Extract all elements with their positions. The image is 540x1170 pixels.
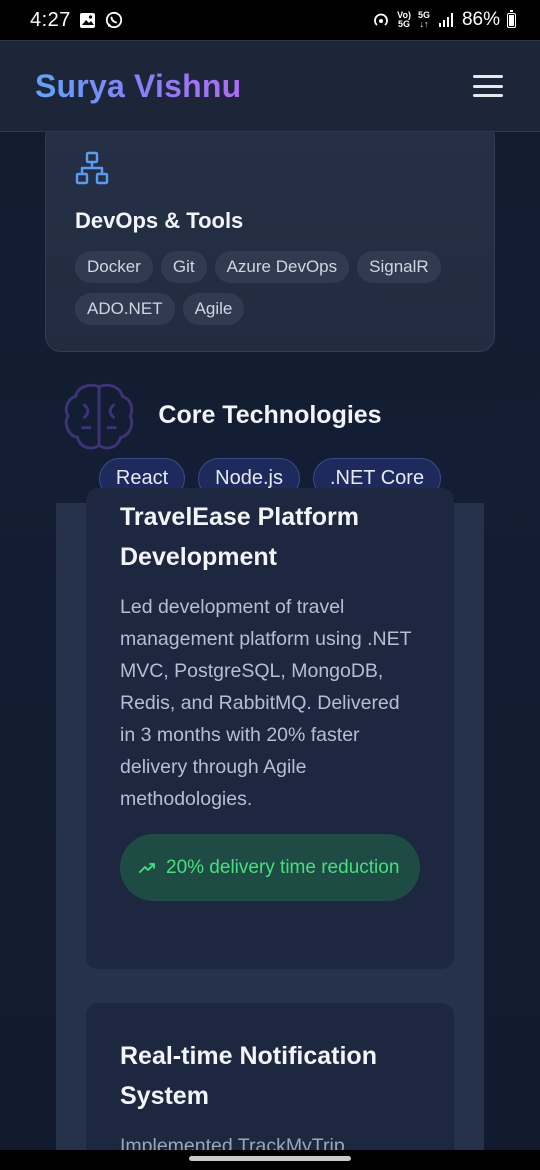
skill-tag: ADO.NET — [75, 293, 175, 325]
hotspot-icon — [372, 11, 390, 29]
project-card: Real-time Notification System Implemente… — [86, 1003, 454, 1170]
menu-icon-bar — [473, 84, 503, 88]
site-header: Surya Vishnu — [0, 40, 540, 132]
battery-percent: 86% — [461, 9, 500, 30]
skills-card-title: DevOps & Tools — [75, 208, 244, 233]
project-description: Led development of travel management pla… — [120, 596, 412, 810]
project-title: Real-time Notification System — [120, 1042, 377, 1110]
home-indicator[interactable] — [189, 1156, 351, 1161]
skill-tag: Git — [160, 251, 207, 283]
skills-card: DevOps & Tools Docker Git Azure DevOps S… — [45, 122, 495, 352]
signal-icon — [437, 11, 455, 29]
skill-tag: SignalR — [357, 251, 441, 283]
trending-up-icon — [139, 862, 155, 873]
skill-tag: Docker — [75, 251, 153, 283]
skills-tag-list: Docker Git Azure DevOps SignalR ADO.NET … — [75, 251, 475, 325]
battery-icon — [507, 9, 516, 28]
core-technologies-section: Core Technologies React Node.js .NET Cor… — [0, 365, 540, 503]
page: 4:27 Vo) 5G 5G ↓↑ 86% DevOps & Tools Doc… — [0, 0, 540, 1170]
brand-logo-text[interactable]: Surya Vishnu — [35, 68, 241, 105]
menu-icon-bar — [473, 75, 503, 78]
hamburger-menu-button[interactable] — [473, 75, 503, 97]
skill-tag: Azure DevOps — [214, 251, 350, 283]
project-title: TravelEase Platform Development — [120, 503, 360, 571]
whatsapp-icon — [105, 11, 123, 29]
system-navigation-bar — [0, 1150, 540, 1170]
achievement-badge: 20% delivery time reduction — [120, 834, 420, 901]
skill-tag: Agile — [182, 293, 245, 325]
gallery-icon — [79, 11, 97, 29]
network-type-indicator: 5G ↓↑ — [418, 11, 430, 29]
network-icon — [75, 151, 109, 185]
status-time: 4:27 — [30, 8, 71, 31]
volte-indicator: Vo) 5G — [397, 11, 411, 29]
core-technologies-title: Core Technologies — [158, 401, 382, 429]
menu-icon-bar — [473, 94, 503, 97]
achievement-text: 20% delivery time reduction — [166, 856, 400, 878]
project-card: TravelEase Platform Development Led deve… — [86, 488, 454, 969]
volte-sublabel: 5G — [398, 19, 411, 29]
data-arrows-icon: ↓↑ — [419, 19, 429, 29]
status-bar: 4:27 Vo) 5G 5G ↓↑ 86% — [0, 0, 540, 40]
